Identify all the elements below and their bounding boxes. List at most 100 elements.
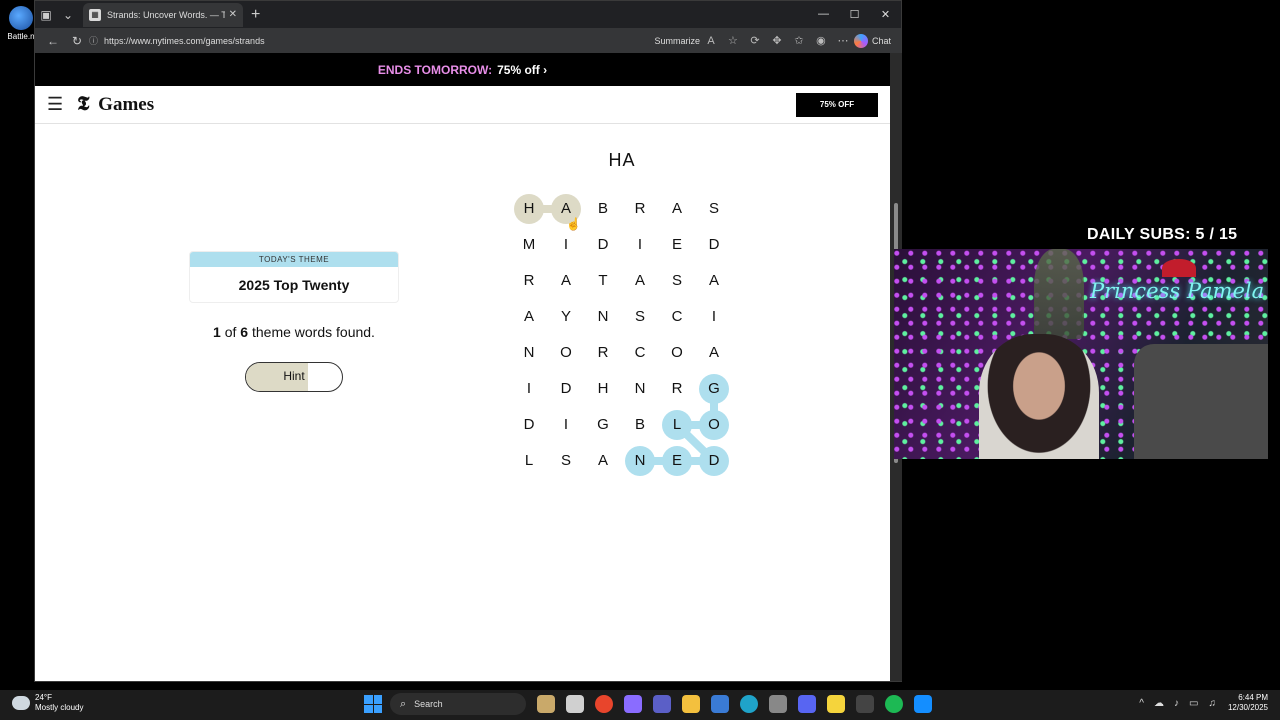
close-window-icon[interactable]: ✕ bbox=[870, 8, 901, 21]
microphone-icon[interactable]: ♪ bbox=[1174, 698, 1179, 709]
tray-app-icon[interactable]: ☁ bbox=[1154, 698, 1164, 709]
copilot-chat-button[interactable]: Chat bbox=[853, 33, 891, 48]
letter-cell[interactable]: C bbox=[625, 338, 655, 368]
letter-cell[interactable]: S bbox=[699, 194, 729, 224]
tab-title: Strands: Uncover Words. — The N bbox=[107, 9, 225, 20]
favorites-icon[interactable]: ✩ bbox=[788, 34, 810, 47]
obs-app-icon[interactable] bbox=[856, 695, 874, 713]
spotify-app-icon[interactable] bbox=[885, 695, 903, 713]
letter-cell[interactable]: Y bbox=[551, 302, 581, 332]
letter-cell[interactable]: D bbox=[699, 446, 729, 476]
settings-app-icon[interactable] bbox=[769, 695, 787, 713]
letter-cell[interactable]: A bbox=[588, 446, 618, 476]
battlenet-app-icon[interactable] bbox=[914, 695, 932, 713]
display-icon[interactable]: ▭ bbox=[1189, 698, 1198, 709]
new-tab-plus-icon[interactable]: + bbox=[251, 6, 260, 24]
task-view-icon[interactable] bbox=[566, 695, 584, 713]
letter-cell[interactable]: A bbox=[514, 302, 544, 332]
weather-widget[interactable]: 24°F Mostly cloudy bbox=[12, 693, 83, 713]
letter-cell[interactable]: R bbox=[514, 266, 544, 296]
letter-cell[interactable]: R bbox=[588, 338, 618, 368]
edge-app-icon[interactable] bbox=[740, 695, 758, 713]
widgets-app-icon[interactable] bbox=[537, 695, 555, 713]
letter-cell[interactable]: O bbox=[699, 410, 729, 440]
letter-cell[interactable]: E bbox=[662, 230, 692, 260]
letter-cell[interactable]: H bbox=[588, 374, 618, 404]
letter-cell[interactable]: T bbox=[588, 266, 618, 296]
letter-cell[interactable]: A bbox=[625, 266, 655, 296]
back-arrow-icon[interactable]: ← bbox=[41, 34, 65, 48]
letter-cell[interactable]: N bbox=[514, 338, 544, 368]
letter-cell[interactable]: C bbox=[662, 302, 692, 332]
letter-cell[interactable]: I bbox=[514, 374, 544, 404]
windows-start-icon[interactable] bbox=[364, 695, 382, 713]
taskbar: 24°F Mostly cloudy ⌕ Search ^ ☁ ♪ ▭ ♫ 6:… bbox=[0, 690, 1280, 720]
letter-cell[interactable]: D bbox=[699, 230, 729, 260]
letter-cell[interactable]: N bbox=[625, 374, 655, 404]
letter-cell[interactable]: O bbox=[551, 338, 581, 368]
letter-cell[interactable]: D bbox=[588, 230, 618, 260]
letter-cell[interactable]: O bbox=[662, 338, 692, 368]
letter-cell[interactable]: A bbox=[699, 338, 729, 368]
tab-actions-chevron-icon[interactable]: ⌄ bbox=[57, 4, 79, 26]
workspaces-icon[interactable]: ▣ bbox=[35, 4, 57, 26]
letter-cell[interactable]: I bbox=[551, 230, 581, 260]
profile-icon[interactable]: ◉ bbox=[810, 34, 832, 47]
letter-cell[interactable]: E bbox=[662, 446, 692, 476]
clock-date: 12/30/2025 bbox=[1227, 703, 1268, 712]
file-explorer-icon[interactable] bbox=[682, 695, 700, 713]
letter-cell[interactable]: D bbox=[514, 410, 544, 440]
battlenet-desktop-shortcut[interactable]: Battle.n bbox=[6, 6, 36, 41]
sticky-notes-icon[interactable] bbox=[827, 695, 845, 713]
teams-app-icon[interactable] bbox=[653, 695, 671, 713]
tray-chevron-icon[interactable]: ^ bbox=[1139, 698, 1144, 709]
letter-cell[interactable]: A bbox=[551, 266, 581, 296]
discord-app-icon[interactable] bbox=[798, 695, 816, 713]
letter-cell[interactable]: N bbox=[625, 446, 655, 476]
letter-cell[interactable]: S bbox=[662, 266, 692, 296]
minimize-icon[interactable]: — bbox=[808, 8, 839, 21]
chrome-app-icon[interactable] bbox=[595, 695, 613, 713]
letter-cell[interactable]: A bbox=[699, 266, 729, 296]
letter-cell[interactable]: L bbox=[514, 446, 544, 476]
mouse-cursor-icon: ☝ bbox=[566, 217, 581, 231]
letter-cell[interactable]: G bbox=[588, 410, 618, 440]
letter-cell[interactable]: B bbox=[625, 410, 655, 440]
favorite-star-icon[interactable]: ☆ bbox=[722, 34, 744, 47]
letter-cell[interactable]: B bbox=[588, 194, 618, 224]
read-aloud-icon[interactable]: A bbox=[700, 35, 722, 47]
refresh-icon[interactable]: ↻ bbox=[65, 34, 89, 48]
more-menu-icon[interactable]: ⋯ bbox=[832, 34, 854, 47]
letter-cell[interactable]: I bbox=[551, 410, 581, 440]
extension-refresh-icon[interactable]: ⟳ bbox=[744, 34, 766, 47]
desktop: Battle.n ▣ ⌄ ▦ Strands: Uncover Words. —… bbox=[0, 0, 1280, 690]
letter-cell[interactable]: G bbox=[699, 374, 729, 404]
cloud-icon bbox=[12, 696, 30, 710]
letter-cell[interactable]: A bbox=[662, 194, 692, 224]
letter-cell[interactable]: H bbox=[514, 194, 544, 224]
tab-close-icon[interactable]: ✕ bbox=[229, 9, 237, 20]
summarize-button[interactable]: Summarize bbox=[654, 36, 700, 46]
letter-cell[interactable]: I bbox=[625, 230, 655, 260]
store-app-icon[interactable] bbox=[711, 695, 729, 713]
volume-icon[interactable]: ♫ bbox=[1208, 698, 1216, 709]
letter-cell[interactable]: M bbox=[514, 230, 544, 260]
letter-cell[interactable]: S bbox=[625, 302, 655, 332]
letter-cell[interactable]: S bbox=[551, 446, 581, 476]
copilot-app-icon[interactable] bbox=[624, 695, 642, 713]
letter-cell[interactable]: N bbox=[588, 302, 618, 332]
tab-strands[interactable]: ▦ Strands: Uncover Words. — The N ✕ bbox=[83, 2, 243, 27]
letter-cell[interactable]: L bbox=[662, 410, 692, 440]
maximize-icon[interactable]: ☐ bbox=[839, 8, 870, 21]
site-info-icon[interactable]: ⓘ bbox=[89, 34, 98, 47]
clock[interactable]: 6:44 PM 12/30/2025 bbox=[1228, 693, 1268, 713]
url-field[interactable]: ⓘ https://www.nytimes.com/games/strands bbox=[89, 34, 609, 47]
christmas-tree bbox=[1034, 249, 1084, 339]
page-content: ENDS TOMORROW: 75% off › ☰ 𝕿 Games 75% O… bbox=[35, 53, 890, 681]
letter-cell[interactable]: R bbox=[662, 374, 692, 404]
extensions-icon[interactable]: ✥ bbox=[766, 34, 788, 47]
taskbar-search[interactable]: ⌕ Search bbox=[390, 693, 526, 715]
letter-cell[interactable]: I bbox=[699, 302, 729, 332]
letter-cell[interactable]: D bbox=[551, 374, 581, 404]
letter-cell[interactable]: R bbox=[625, 194, 655, 224]
